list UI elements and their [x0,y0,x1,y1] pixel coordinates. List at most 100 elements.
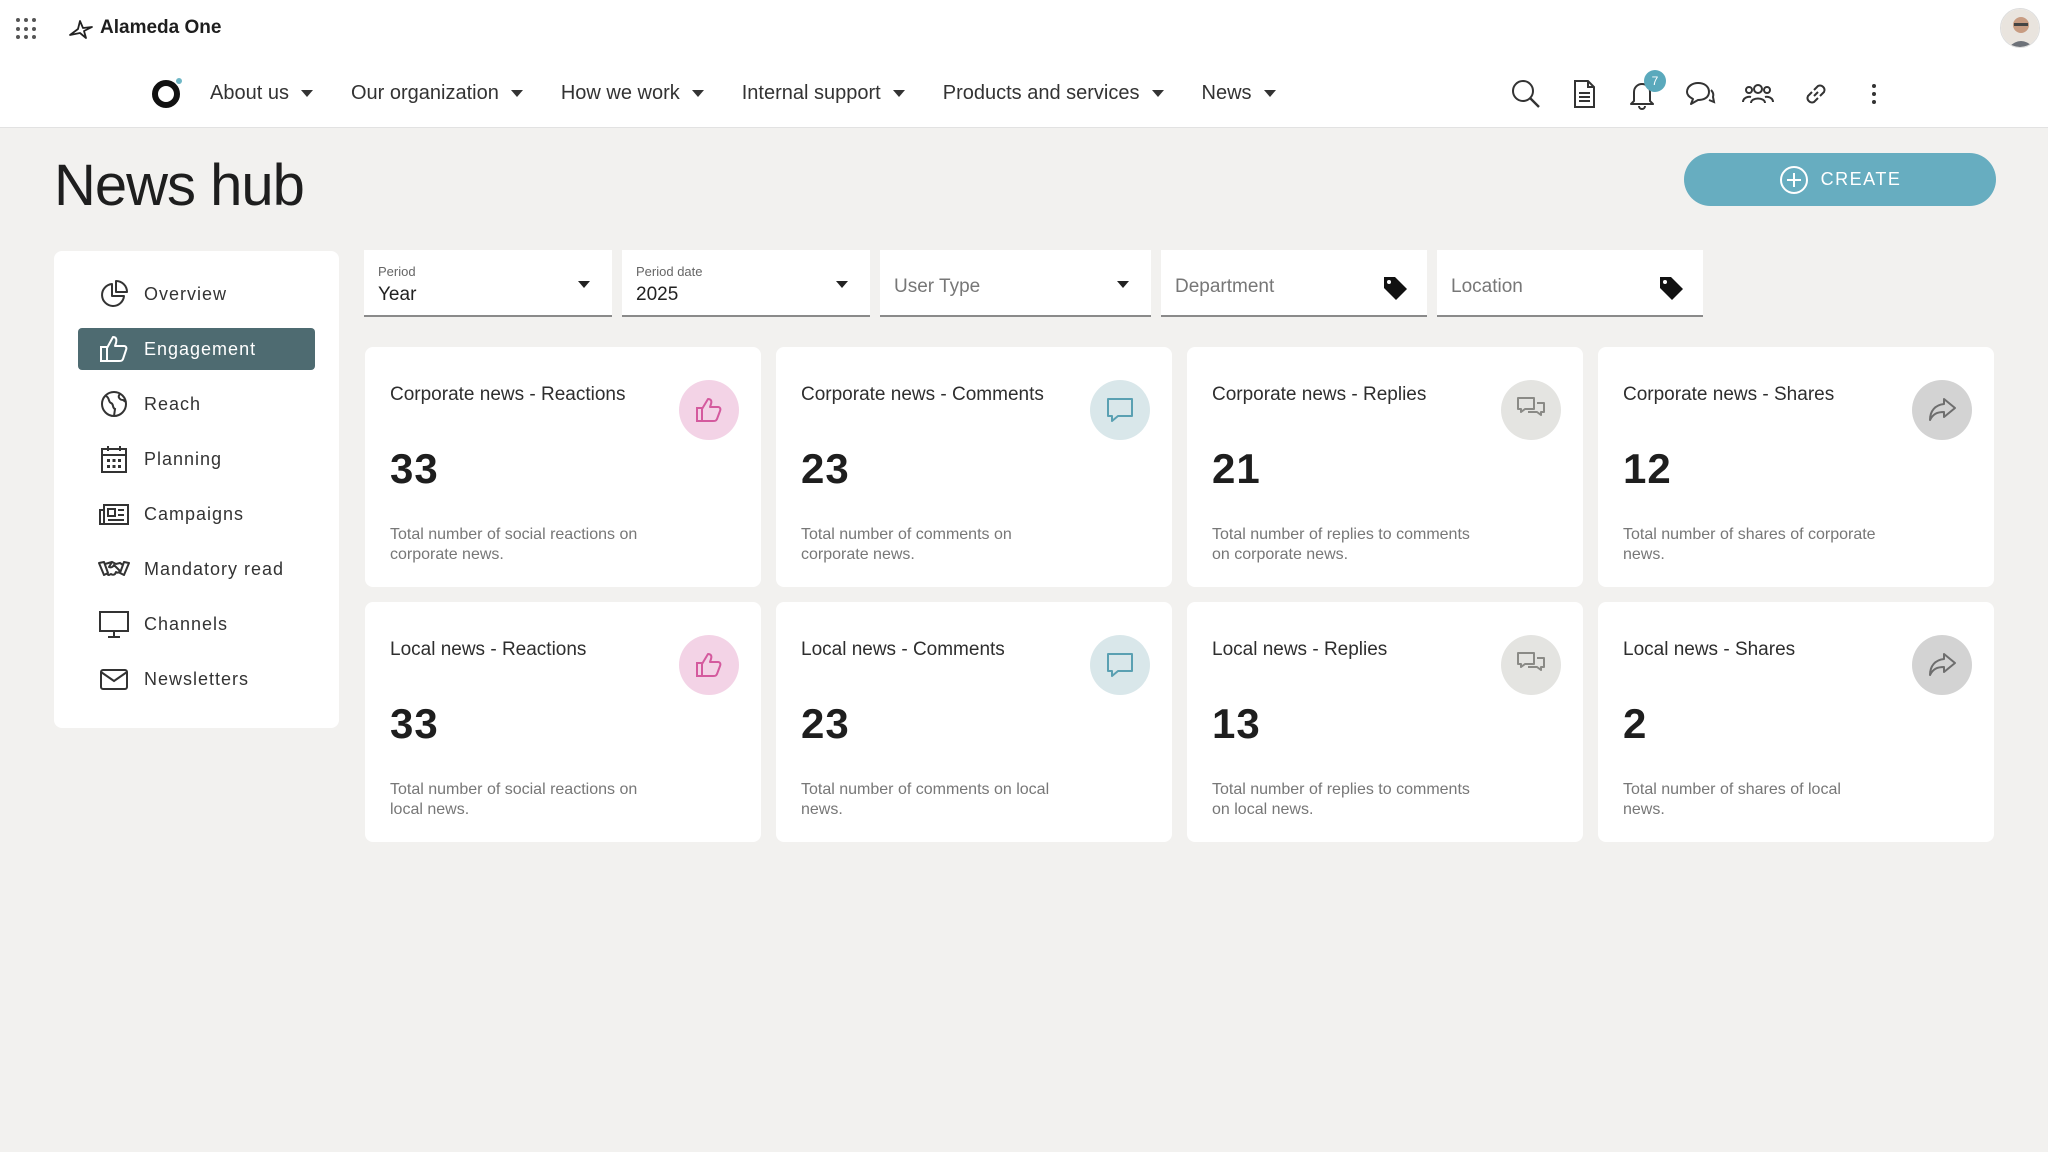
period-select[interactable]: Period Year [364,250,612,317]
nav-label: Internal support [741,81,881,104]
share-icon [1912,380,1972,440]
nav-about-us[interactable]: About us [210,82,313,105]
department-placeholder: Department [1175,276,1275,297]
card-title: Local news - Replies [1212,639,1388,660]
card-title: Corporate news - Comments [801,384,1044,405]
sidebar-item-label: Reach [144,393,202,414]
card-corporate-news-reactions[interactable]: Corporate news - Reactions 33 Total numb… [365,347,761,587]
location-placeholder: Location [1451,276,1523,297]
card-value: 2 [1623,700,1648,747]
brand-name: Alameda One [100,17,222,38]
comment-icon [1090,635,1150,695]
user-type-placeholder: User Type [894,276,981,297]
nav-our-organization[interactable]: Our organization [351,82,523,105]
more-vertical-icon [1872,84,1876,104]
card-title: Local news - Shares [1623,639,1796,660]
more-options-button[interactable] [1854,74,1894,114]
card-title: Local news - Comments [801,639,1005,660]
share-icon [1912,635,1972,695]
sidebar-item-planning[interactable]: Planning [78,438,315,480]
caret-down-icon [1151,89,1164,97]
replies-icon [1501,635,1561,695]
home-logo-icon[interactable] [150,76,184,110]
sidebar-item-newsletters[interactable]: Newsletters [78,658,315,700]
card-title: Local news - Reactions [390,639,587,660]
card-local-news-shares[interactable]: Local news - Shares 2 Total number of sh… [1598,602,1994,842]
card-local-news-comments[interactable]: Local news - Comments 23 Total number of… [776,602,1172,842]
period-date-select[interactable]: Period date 2025 [622,250,870,317]
envelope-icon [100,669,128,690]
caret-down-icon [510,89,523,97]
card-value: 23 [801,445,850,492]
people-button[interactable] [1738,74,1778,114]
period-label: Period [378,264,416,279]
card-local-news-reactions[interactable]: Local news - Reactions 33 Total number o… [365,602,761,842]
documents-button[interactable] [1564,74,1604,114]
card-description: Total number of comments on corporate ne… [801,526,1012,563]
links-button[interactable] [1796,74,1836,114]
user-avatar[interactable] [2000,8,2040,48]
caret-down-icon [691,89,704,97]
notification-count-badge: 7 [1644,70,1666,92]
link-icon [1806,84,1826,104]
nav-products-and-services[interactable]: Products and services [943,82,1164,105]
nav-label: News [1201,81,1252,104]
globe-icon [101,391,127,417]
thumbs-up-icon [100,336,128,362]
card-value: 33 [390,700,439,747]
sidebar-item-campaigns[interactable]: Campaigns [78,493,315,535]
card-description: Total number of comments on local news. [801,781,1050,818]
brand-logo-icon [69,20,93,39]
card-description: Total number of replies to comments on c… [1212,526,1470,563]
pie-chart-icon [101,280,128,307]
chat-icon [1686,82,1716,105]
brand[interactable]: Alameda One [68,14,221,42]
sidebar-item-mandatory-read[interactable]: Mandatory read [78,548,315,590]
period-date-label: Period date [636,264,703,279]
chat-button[interactable] [1680,74,1720,114]
nav-news[interactable]: News [1202,82,1276,105]
card-description: Total number of social reactions on loca… [390,781,638,818]
card-value: 33 [390,445,439,492]
comment-icon [1090,380,1150,440]
sidebar-item-label: Newsletters [144,668,250,689]
card-corporate-news-replies[interactable]: Corporate news - Replies 21 Total number… [1187,347,1583,587]
create-button[interactable]: CREATE [1684,153,1996,206]
page-title: News hub [54,153,305,218]
card-local-news-replies[interactable]: Local news - Replies 13 Total number of … [1187,602,1583,842]
sidebar-item-engagement[interactable]: Engagement [78,328,315,370]
search-button[interactable] [1506,74,1546,114]
nav-label: How we work [560,81,680,104]
card-corporate-news-comments[interactable]: Corporate news - Comments 23 Total numbe… [776,347,1172,587]
apps-grid-icon[interactable] [16,18,38,40]
card-value: 23 [801,700,850,747]
card-title: Corporate news - Replies [1212,384,1427,405]
create-button-label: CREATE [1820,169,1902,189]
card-value: 21 [1212,445,1261,492]
search-icon [1512,80,1540,108]
nav-how-we-work[interactable]: How we work [561,82,704,105]
sidebar-item-label: Engagement [144,338,257,359]
newspaper-icon [99,504,129,525]
nav-internal-support[interactable]: Internal support [742,82,905,105]
handshake-icon [98,560,130,576]
thumbs-up-icon [679,380,739,440]
sidebar-item-label: Campaigns [144,503,245,524]
card-value: 12 [1623,445,1672,492]
people-icon [1742,84,1774,104]
sidebar-item-overview[interactable]: Overview [78,273,315,315]
sidebar-item-channels[interactable]: Channels [78,603,315,645]
user-type-select[interactable]: User Type [880,250,1151,317]
monitor-icon [99,611,129,638]
sidebar-item-reach[interactable]: Reach [78,383,315,425]
caret-down-icon [1117,281,1129,288]
location-filter[interactable]: Location [1437,250,1703,317]
notifications-button[interactable]: 7 [1622,70,1666,114]
caret-down-icon [300,89,313,97]
thumbs-up-icon [679,635,739,695]
card-description: Total number of shares of corporate news… [1623,526,1876,563]
main-navigation: About us Our organization How we work In… [150,76,1314,110]
card-corporate-news-shares[interactable]: Corporate news - Shares 12 Total number … [1598,347,1994,587]
department-filter[interactable]: Department [1161,250,1427,317]
calendar-icon [101,446,127,473]
